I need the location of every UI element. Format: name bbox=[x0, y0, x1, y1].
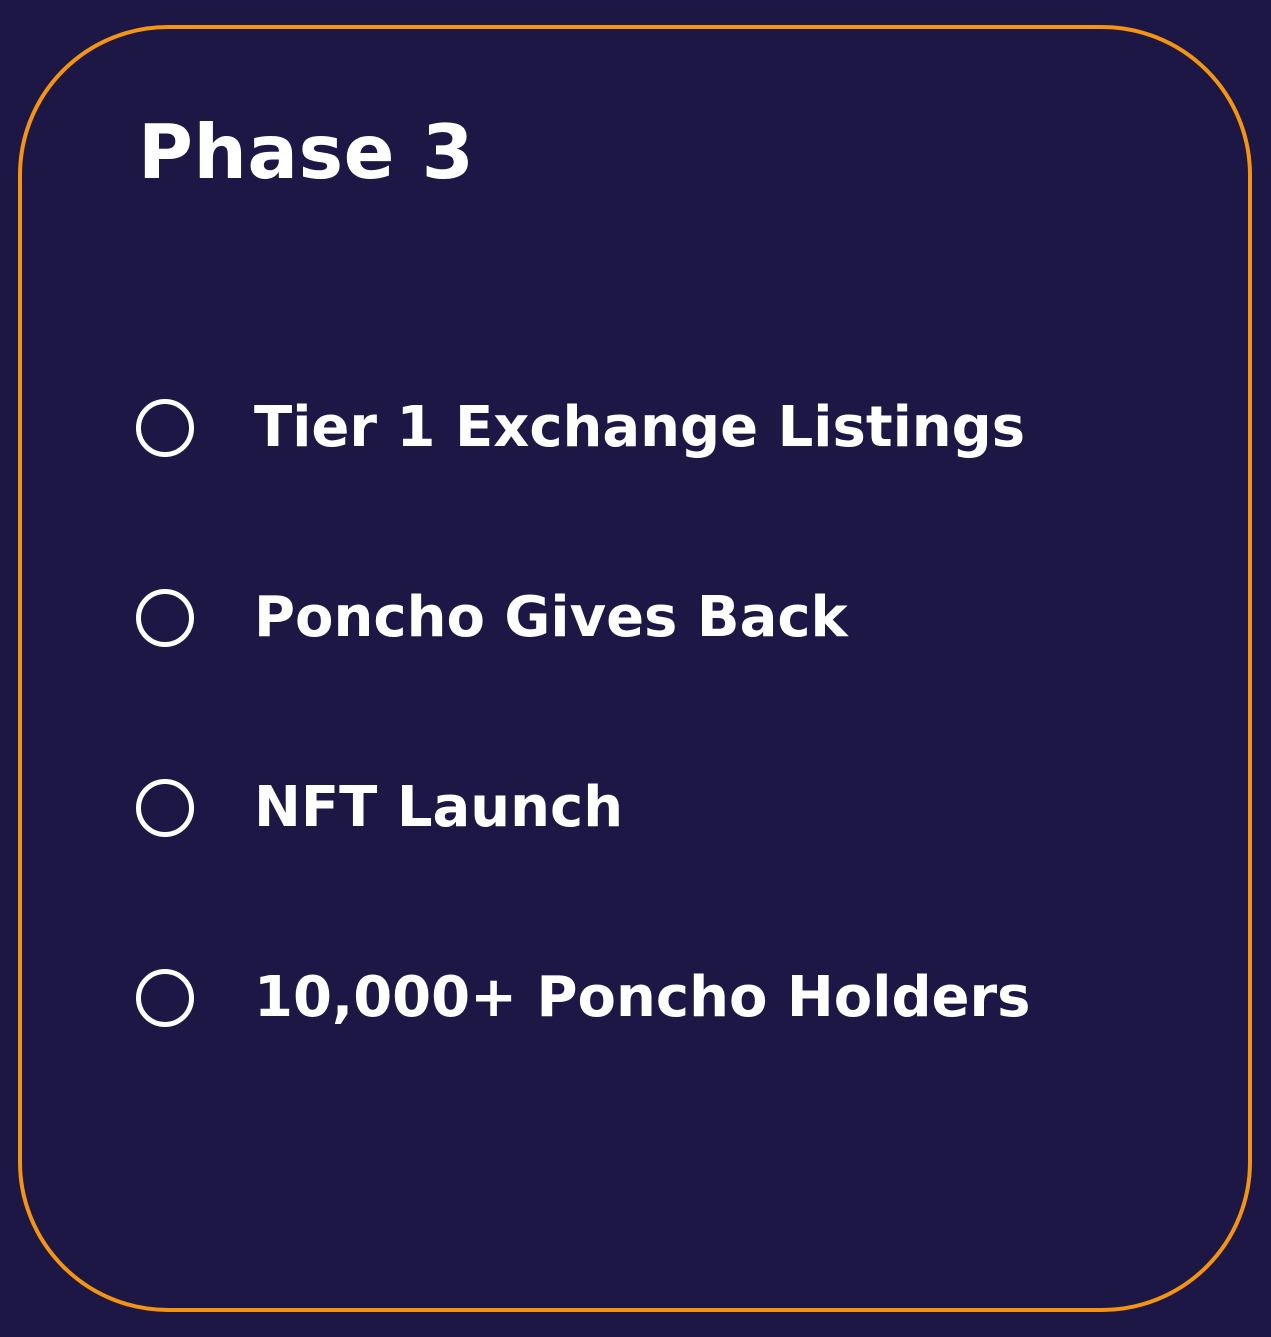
empty-circle-icon bbox=[136, 589, 194, 647]
phase-card: Phase 3 Tier 1 Exchange Listings Poncho … bbox=[18, 25, 1252, 1312]
list-item: Tier 1 Exchange Listings bbox=[136, 393, 1030, 463]
milestone-label: Tier 1 Exchange Listings bbox=[254, 395, 1026, 460]
milestone-label: NFT Launch bbox=[254, 775, 624, 840]
empty-circle-icon bbox=[136, 779, 194, 837]
empty-circle-icon bbox=[136, 399, 194, 457]
milestone-label: 10,000+ Poncho Holders bbox=[254, 965, 1031, 1030]
list-item: 10,000+ Poncho Holders bbox=[136, 963, 1030, 1033]
milestone-list: Tier 1 Exchange Listings Poncho Gives Ba… bbox=[136, 393, 1030, 1033]
list-item: Poncho Gives Back bbox=[136, 583, 1030, 653]
list-item: NFT Launch bbox=[136, 773, 1030, 843]
phase-title: Phase 3 bbox=[138, 108, 475, 196]
milestone-label: Poncho Gives Back bbox=[254, 585, 848, 650]
empty-circle-icon bbox=[136, 969, 194, 1027]
